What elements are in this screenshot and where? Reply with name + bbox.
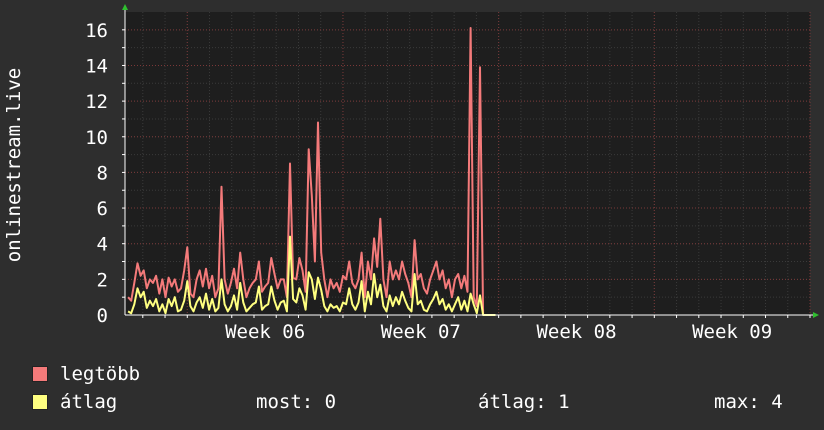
x-axis-arrow (813, 312, 819, 318)
x-tick-label: Week 08 (536, 321, 616, 343)
traffic-chart: 0246810121416 Week 06 Week 07 Week 08 Week … (85, 4, 819, 343)
y-tick-labels: 0 2 4 6 8 10 12 14 16 (85, 20, 108, 327)
legend-item-avg: átlag (32, 391, 117, 413)
y-tick-label: 2 (97, 269, 108, 291)
y-tick-label: 4 (97, 234, 108, 256)
x-tick-labels: Week 06 Week 07 Week 08 Week 09 (225, 321, 772, 343)
y-tick-label: 6 (97, 198, 108, 220)
x-tick-label: Week 06 (225, 321, 305, 343)
y-axis-arrow (122, 4, 128, 10)
x-tick-label: Week 07 (381, 321, 461, 343)
legend-label-avg: átlag (60, 391, 118, 413)
x-tick-label: Week 09 (692, 321, 772, 343)
y-axis-label: onlinestream.live (3, 67, 25, 263)
y-tick-label: 14 (85, 55, 108, 77)
y-tick-label: 8 (97, 162, 108, 184)
y-tick-label: 16 (85, 20, 108, 42)
legend-swatch-avg (32, 394, 48, 410)
legend-label-max: legtöbb (60, 363, 141, 385)
legend-swatch-max (32, 366, 48, 382)
stat-avg: átlag: 1 (478, 391, 570, 413)
legend-item-max: legtöbb (32, 363, 140, 385)
y-tick-label: 12 (85, 91, 108, 113)
y-tick-label: 0 (97, 305, 108, 327)
stat-max: max: 4 (714, 391, 783, 413)
stat-now: most: 0 (256, 391, 337, 413)
y-tick-label: 10 (85, 127, 108, 149)
